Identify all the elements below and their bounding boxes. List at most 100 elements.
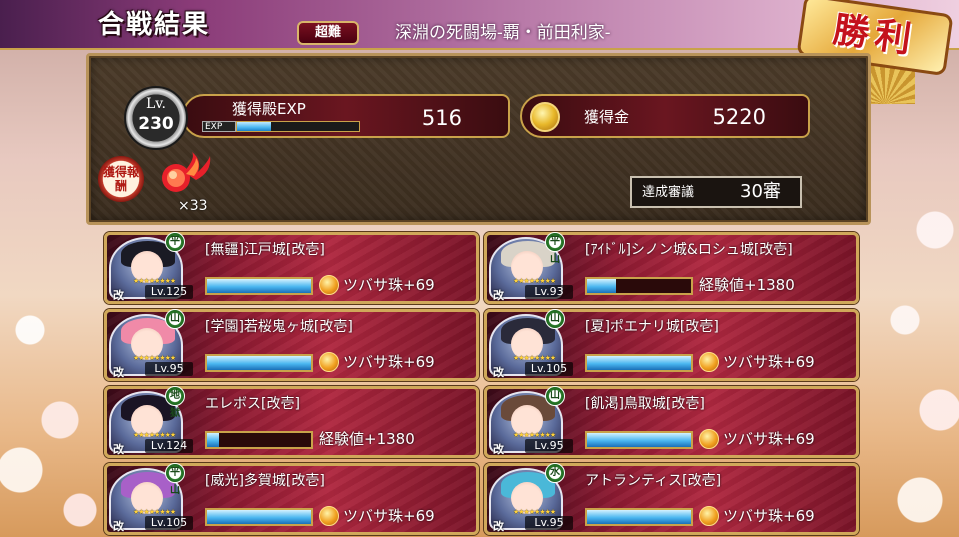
level-medal: Lv. 230	[124, 86, 188, 150]
exp-bar-label: EXP	[202, 121, 236, 132]
tsubasa-orb-icon	[319, 352, 339, 372]
exp-progress-fill	[587, 510, 691, 524]
rarity-stars: ★★★★★★★★	[133, 508, 176, 516]
kai-mark: 改	[113, 520, 124, 533]
flame-orb-icon[interactable]	[156, 150, 214, 196]
tsubasa-orb-icon	[699, 506, 719, 526]
card-level: Lv.124	[145, 439, 193, 453]
terrain-badge: 山	[545, 309, 565, 329]
gold-label: 獲得金	[584, 108, 630, 126]
terrain-badge: 平山	[165, 463, 185, 496]
exp-progress-bar	[205, 354, 313, 372]
exp-value: 516	[421, 106, 462, 130]
character-name: [無疆]江戸城[改壱]	[205, 242, 325, 258]
card-level: Lv.95	[525, 439, 573, 453]
character-name: [飢渇]鳥取城[改壱]	[585, 396, 705, 412]
tsubasa-orb-icon	[319, 506, 339, 526]
exp-progress-fill	[237, 122, 272, 131]
card-reward-text: 経験値+1380	[319, 430, 415, 448]
card-level: Lv.105	[525, 362, 573, 376]
terrain-badge: 平	[165, 232, 185, 252]
reward-seal: 獲得報酬	[98, 156, 144, 202]
page-title: 合戦結果	[98, 10, 211, 40]
character-card[interactable]: ★★★★★★★★ Lv.95 改 山 [飢渇]鳥取城[改壱] ツバサ珠+69	[484, 386, 859, 458]
rarity-stars: ★★★★★★★★	[513, 508, 556, 516]
exp-progress-fill	[207, 279, 311, 293]
card-reward-text: ツバサ珠+69	[343, 276, 435, 294]
exp-progress-bar	[205, 431, 313, 449]
level-label: Lv.	[146, 96, 166, 112]
card-level: Lv.125	[145, 285, 193, 299]
rarity-stars: ★★★★★★★★	[133, 354, 176, 362]
card-reward-text: 経験値+1380	[699, 276, 795, 294]
card-level: Lv.95	[525, 516, 573, 530]
stage-name: 深淵の死闘場-覇・前田利家-	[395, 23, 611, 43]
gold-coin-icon	[530, 102, 560, 132]
card-reward-text: ツバサ珠+69	[723, 430, 815, 448]
exp-progress-fill	[587, 279, 617, 293]
character-card[interactable]: ★★★★★★★★ Lv.93 改 平山 [ｱｲﾄﾞﾙ]シノン城&ロシュ城[改壱] 経験値+…	[484, 232, 859, 304]
rarity-stars: ★★★★★★★★	[513, 277, 556, 285]
rarity-stars: ★★★★★★★★	[133, 277, 176, 285]
character-card[interactable]: ★★★★★★★★ Lv.105 改 平山 [威光]多賀城[改壱] ツバサ珠+69	[104, 463, 479, 535]
achievement-label: 達成審議	[642, 185, 695, 200]
tsubasa-orb-icon	[319, 275, 339, 295]
kai-mark: 改	[493, 366, 504, 379]
exp-progress-fill	[587, 433, 691, 447]
exp-progress-bar	[585, 508, 693, 526]
exp-progress-bar	[205, 277, 313, 295]
exp-progress-bar	[205, 508, 313, 526]
character-card[interactable]: ★★★★★★★★ Lv.125 改 平 [無疆]江戸城[改壱] ツバサ珠+69	[104, 232, 479, 304]
rarity-stars: ★★★★★★★★	[133, 431, 176, 439]
exp-progress-fill	[587, 356, 691, 370]
character-name: アトランティス[改壱]	[585, 473, 722, 489]
card-level: Lv.95	[145, 362, 193, 376]
card-level: Lv.105	[145, 516, 193, 530]
kai-mark: 改	[493, 520, 504, 533]
exp-box: 獲得殿EXP EXP 516	[182, 94, 510, 138]
difficulty-badge: 超難	[297, 21, 359, 45]
level-value: 230	[138, 114, 174, 134]
terrain-badge: 山	[165, 309, 185, 329]
kai-mark: 改	[493, 443, 504, 456]
exp-label: 獲得殿EXP	[232, 100, 306, 118]
terrain-badge: 山	[545, 386, 565, 406]
kai-mark: 改	[113, 366, 124, 379]
character-name: [威光]多賀城[改壱]	[205, 473, 325, 489]
kai-mark: 改	[113, 289, 124, 302]
kai-mark: 改	[113, 443, 124, 456]
exp-progress-bar	[585, 431, 693, 449]
card-reward-text: ツバサ珠+69	[723, 353, 815, 371]
exp-progress-bar	[585, 354, 693, 372]
character-name: [夏]ポエナリ城[改壱]	[585, 319, 719, 335]
card-level: Lv.93	[525, 285, 573, 299]
gold-box: 獲得金 5220	[520, 94, 810, 138]
rarity-stars: ★★★★★★★★	[513, 354, 556, 362]
achievement-box: 達成審議 30審	[630, 176, 802, 208]
exp-progress-bar	[585, 277, 693, 295]
rarity-stars: ★★★★★★★★	[513, 431, 556, 439]
terrain-badge: 平山	[545, 232, 565, 265]
terrain-badge: 地獄	[165, 386, 185, 419]
exp-progress-bar	[236, 121, 360, 132]
exp-progress-fill	[207, 433, 220, 447]
character-card[interactable]: ★★★★★★★★ Lv.95 改 山 [学園]若桜鬼ヶ城[改壱] ツバサ珠+69	[104, 309, 479, 381]
exp-progress-fill	[207, 356, 311, 370]
character-name: [学園]若桜鬼ヶ城[改壱]	[205, 319, 353, 335]
character-name: [ｱｲﾄﾞﾙ]シノン城&ロシュ城[改壱]	[585, 242, 793, 258]
character-card[interactable]: ★★★★★★★★ Lv.95 改 水アトランティス[改壱] ツバサ珠+69	[484, 463, 859, 535]
card-reward-text: ツバサ珠+69	[343, 353, 435, 371]
character-card[interactable]: ★★★★★★★★ Lv.124 改 地獄 エレボス[改壱] 経験値+1380	[104, 386, 479, 458]
exp-progress-fill	[207, 510, 311, 524]
character-card[interactable]: ★★★★★★★★ Lv.105 改 山 [夏]ポエナリ城[改壱] ツバサ珠+69	[484, 309, 859, 381]
achievement-value: 30審	[740, 181, 781, 202]
card-reward-text: ツバサ珠+69	[723, 507, 815, 525]
gold-value: 5220	[712, 105, 766, 129]
tsubasa-orb-icon	[699, 352, 719, 372]
reward-count: ×33	[178, 198, 208, 214]
tsubasa-orb-icon	[699, 429, 719, 449]
kai-mark: 改	[493, 289, 504, 302]
card-reward-text: ツバサ珠+69	[343, 507, 435, 525]
terrain-badge: 水	[545, 463, 565, 483]
character-name: エレボス[改壱]	[205, 396, 300, 412]
